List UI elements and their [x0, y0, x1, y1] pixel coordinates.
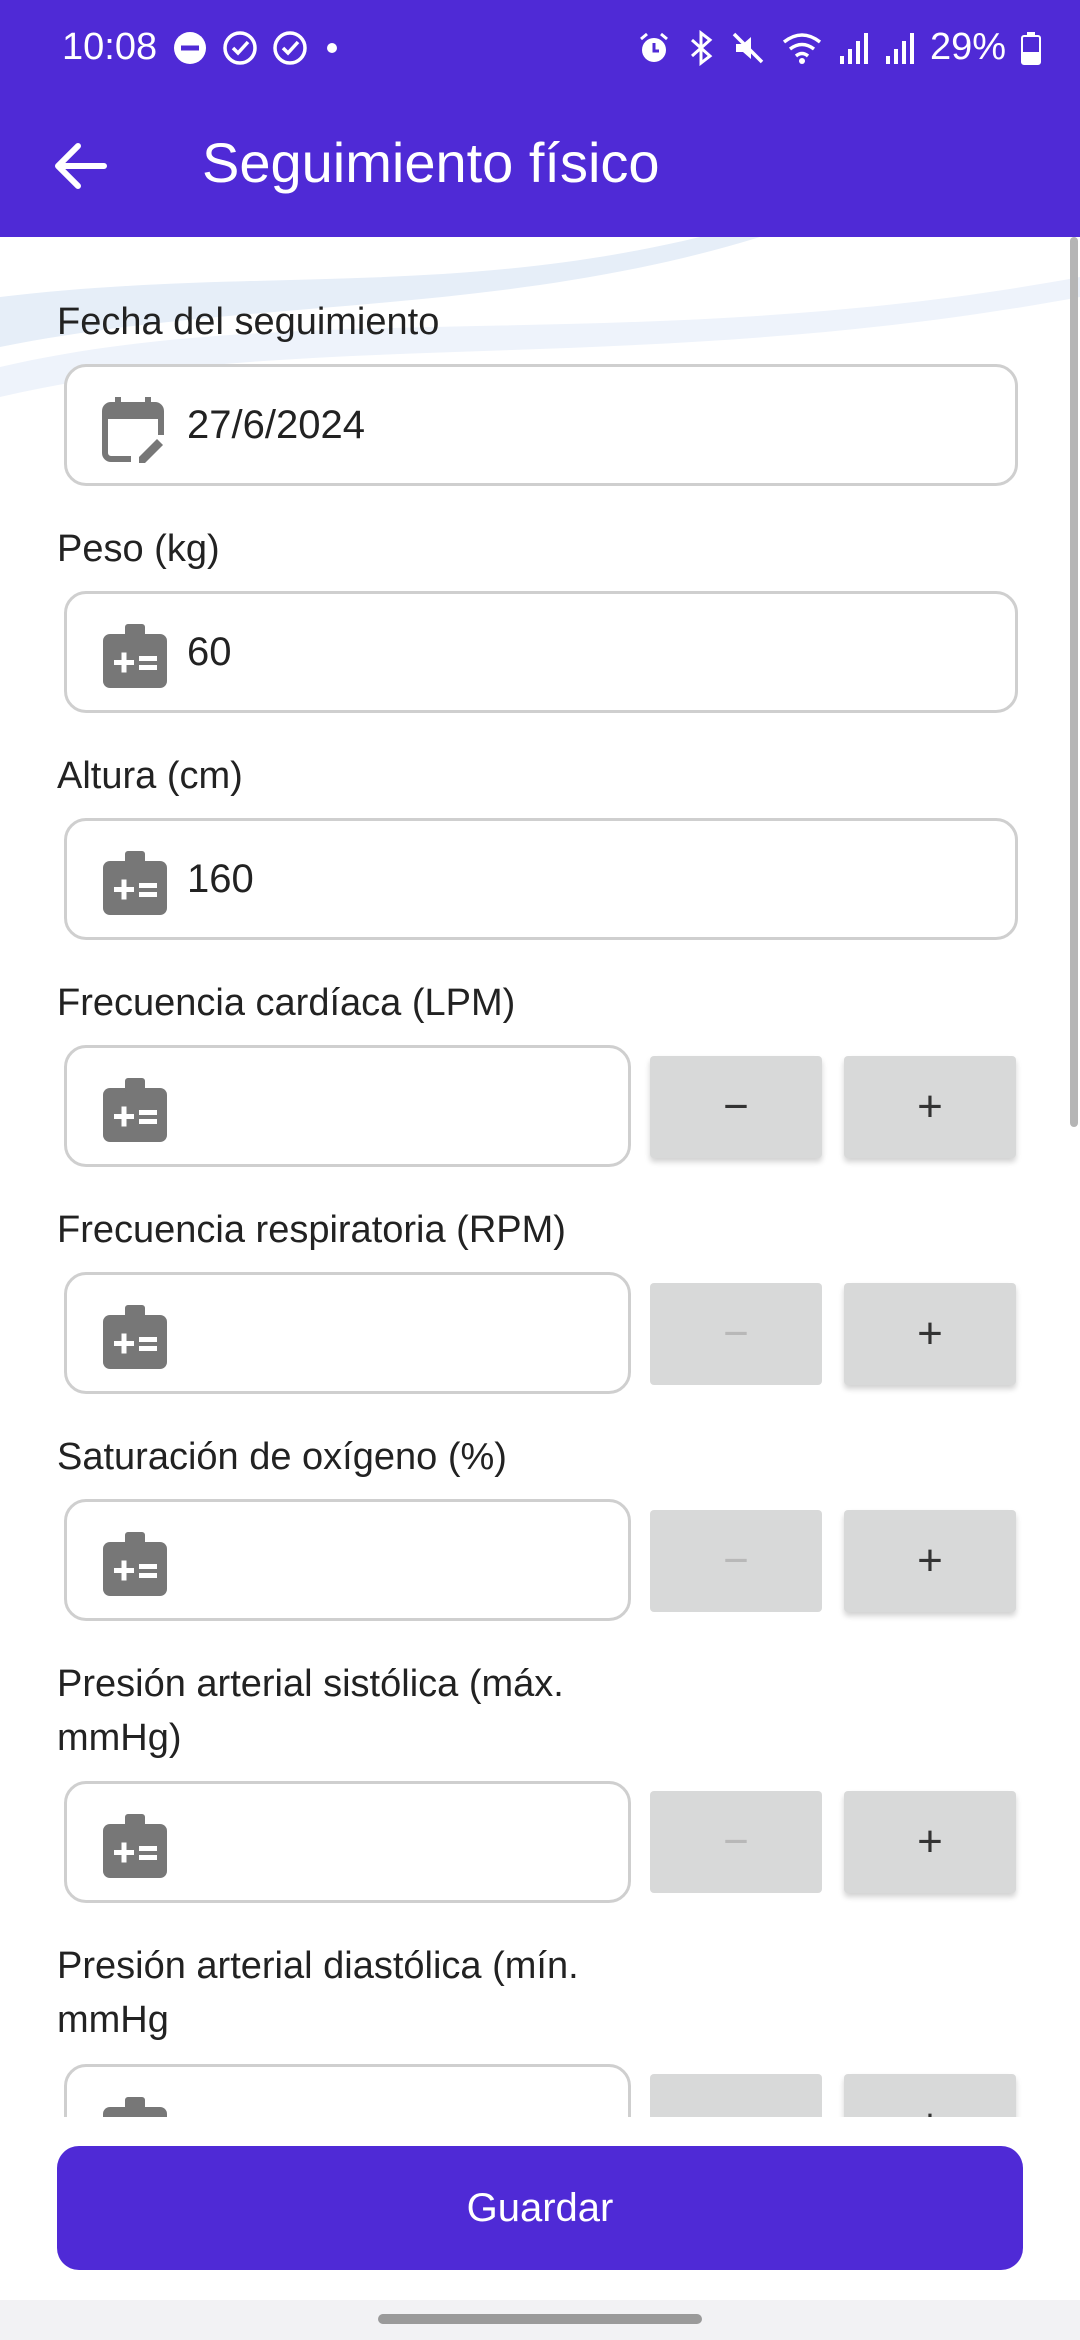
battery-icon [1021, 31, 1041, 65]
height-field[interactable]: 160 [64, 818, 1018, 940]
status-right-icons: 29% [636, 26, 1042, 69]
resp-rate-decrement-button[interactable]: − [650, 1283, 822, 1385]
page-title: Seguimiento físico [202, 131, 660, 194]
dnd-icon [174, 32, 206, 64]
systolic-field[interactable] [64, 1781, 631, 1903]
diastolic-label-line2: mmHg [57, 1999, 169, 2041]
date-label: Fecha del seguimiento [57, 301, 440, 343]
height-value: 160 [187, 857, 254, 901]
top-bar: 10:08 29% Seguimiento físico [0, 0, 1080, 237]
mute-icon [732, 32, 764, 63]
date-value: 27/6/2024 [187, 403, 365, 447]
oxygen-decrement-button[interactable]: − [650, 1510, 822, 1612]
medical-kit-icon [101, 1076, 169, 1144]
weight-field[interactable]: 60 [64, 591, 1018, 713]
systolic-label: Presión arterial sistólica (máx. mmHg) [57, 1657, 564, 1765]
wifi-icon [782, 32, 822, 64]
check-circle-icon [273, 31, 307, 65]
app-bar: Seguimiento físico [0, 100, 1080, 237]
medical-kit-icon [101, 849, 169, 917]
clipped-row: − + [0, 2060, 1080, 2117]
arrow-left-icon[interactable] [44, 130, 116, 202]
heart-rate-field[interactable] [64, 1045, 631, 1167]
height-label: Altura (cm) [57, 755, 243, 797]
medical-kit-icon [101, 1812, 169, 1880]
oxygen-label: Saturación de oxígeno (%) [57, 1436, 507, 1478]
systolic-label-line1: Presión arterial sistólica (máx. [57, 1663, 564, 1705]
heart-rate-increment-button[interactable]: + [844, 1056, 1016, 1158]
medical-kit-icon [101, 2095, 169, 2117]
diastolic-decrement-button[interactable]: − [650, 2074, 822, 2117]
bluetooth-icon [690, 29, 713, 66]
diastolic-label: Presión arterial diastólica (mín. mmHg [57, 1939, 579, 2047]
dot-icon [327, 43, 337, 53]
signal-icon [839, 32, 868, 64]
date-field[interactable]: 27/6/2024 [64, 364, 1018, 486]
systolic-increment-button[interactable]: + [844, 1791, 1016, 1893]
status-bar: 10:08 29% [0, 0, 1080, 100]
heart-rate-label: Frecuencia cardíaca (LPM) [57, 982, 516, 1024]
weight-value: 60 [187, 630, 232, 674]
home-gesture-handle[interactable] [378, 2314, 702, 2324]
medical-kit-icon [101, 1530, 169, 1598]
resp-rate-label: Frecuencia respiratoria (RPM) [57, 1209, 566, 1251]
check-circle-icon [223, 31, 257, 65]
calendar-edit-icon [102, 397, 169, 463]
systolic-label-line2: mmHg) [57, 1717, 182, 1759]
systolic-decrement-button[interactable]: − [650, 1791, 822, 1893]
oxygen-field[interactable] [64, 1499, 631, 1621]
signal-icon [885, 32, 914, 64]
weight-label: Peso (kg) [57, 528, 220, 570]
status-time: 10:08 [62, 26, 158, 68]
resp-rate-field[interactable] [64, 1272, 631, 1394]
diastolic-label-line1: Presión arterial diastólica (mín. [57, 1945, 579, 1987]
diastolic-field[interactable] [64, 2064, 631, 2117]
scrollbar[interactable] [1070, 237, 1078, 1127]
battery-percent: 29% [929, 26, 1006, 68]
oxygen-increment-button[interactable]: + [844, 1510, 1016, 1612]
diastolic-increment-button[interactable]: + [844, 2074, 1016, 2117]
resp-rate-increment-button[interactable]: + [844, 1283, 1016, 1385]
save-button[interactable]: Guardar [57, 2146, 1023, 2270]
heart-rate-decrement-button[interactable]: − [650, 1056, 822, 1158]
medical-kit-icon [101, 622, 169, 690]
medical-kit-icon [101, 1303, 169, 1371]
status-left-icons [172, 30, 342, 66]
alarm-icon [639, 32, 668, 62]
